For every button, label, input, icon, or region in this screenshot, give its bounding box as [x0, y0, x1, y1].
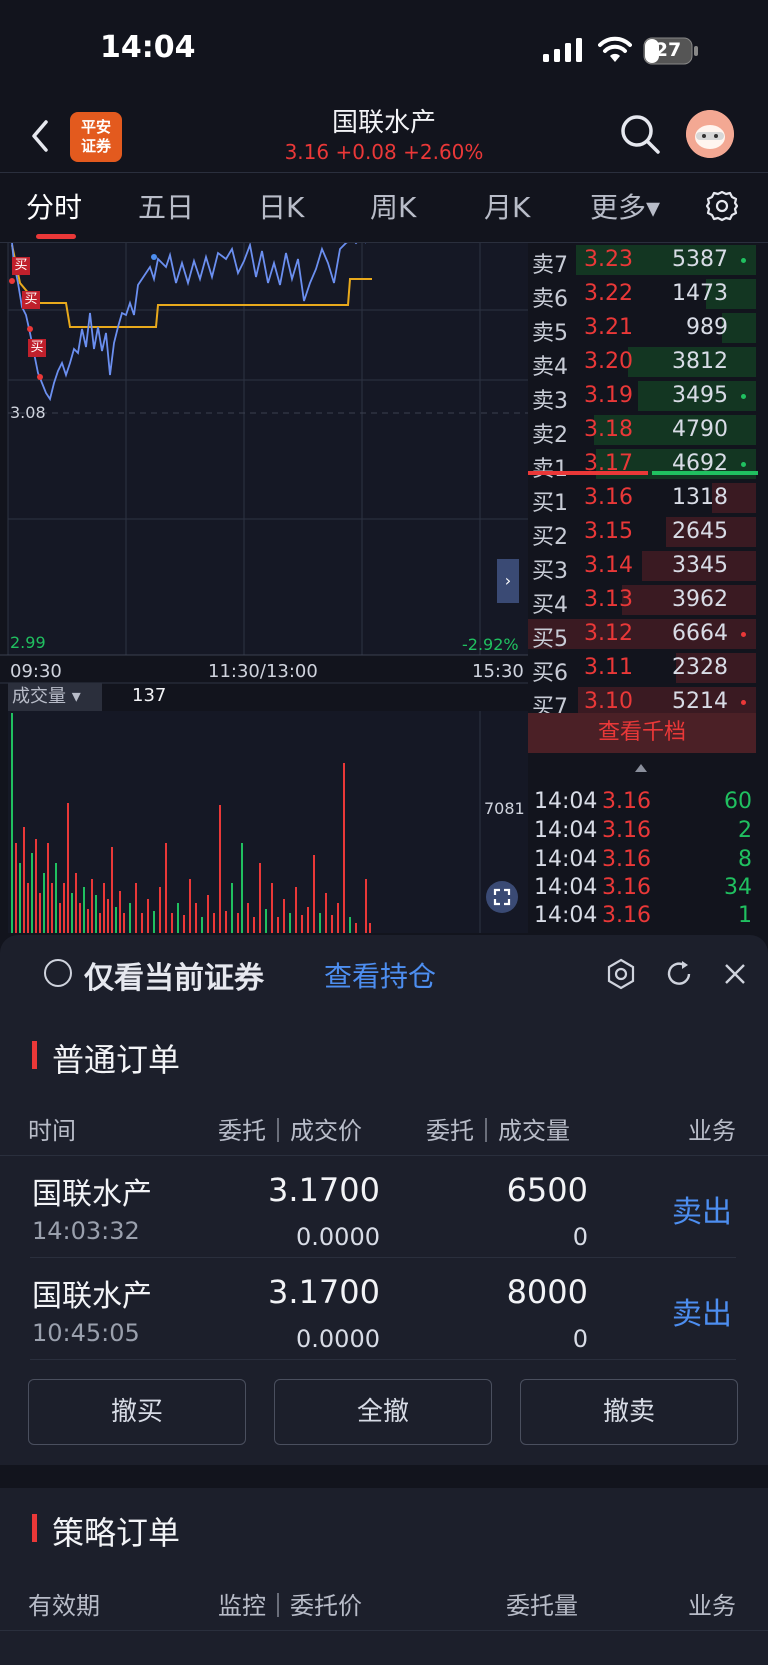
- strategy-orders-title: 策略订单: [52, 1514, 181, 1552]
- fullscreen-icon: [493, 888, 511, 906]
- normal-orders-title: 普通订单: [52, 1041, 181, 1079]
- col-header-price: 委托｜成交价: [218, 1117, 362, 1145]
- orders-panel: 仅看当前证券 查看持仓 普通订单 时间 委托｜成交价 委托｜成交量 业务 国联水…: [0, 935, 768, 1465]
- col-header-action: 业务: [688, 1592, 736, 1620]
- intraday-chart[interactable]: 买 买 买 3.08 2.99 -2.92% 09:30 11:30/13:00…: [0, 243, 528, 933]
- divider: [0, 1155, 768, 1156]
- volume-indicator-select[interactable]: 成交量 ▾: [8, 683, 102, 711]
- tab-daily-k[interactable]: 日K: [258, 186, 304, 226]
- close-icon[interactable]: [718, 957, 752, 991]
- order-row[interactable]: 国联水产 10:45:05 3.1700 0.0000 8000 0 卖出: [0, 1259, 768, 1359]
- ask-row: 卖5 3.21 989: [528, 311, 758, 346]
- only-current-label[interactable]: 仅看当前证券: [84, 953, 264, 997]
- tick-row: 14:04 3.16 60: [534, 789, 752, 814]
- price-label-mid: 3.08: [10, 403, 46, 422]
- volume-max-label: 7081: [484, 799, 525, 818]
- status-bar: 14:04 27: [0, 0, 768, 100]
- volume-value: 137: [132, 685, 167, 706]
- cancel-all-button[interactable]: 全撤: [274, 1379, 492, 1445]
- ask-row: 卖3 3.19 3495: [528, 379, 758, 414]
- tab-weekly-k[interactable]: 周K: [370, 186, 416, 226]
- sell-action[interactable]: 卖出: [672, 1187, 732, 1231]
- col-header-action: 业务: [688, 1117, 736, 1145]
- stock-header: 平安 证券 国联水产 3.16 +0.08 +2.60%: [0, 100, 768, 173]
- bid-row: 买2 3.15 2645: [528, 515, 758, 550]
- tab-five-day[interactable]: 五日: [138, 186, 194, 226]
- tick-row: 14:04 3.16 8: [534, 847, 752, 872]
- tick-row: 14:04 3.16 1: [534, 903, 752, 928]
- ask-row: 卖7 3.23 5387: [528, 243, 758, 278]
- time-close-label: 15:30: [472, 661, 524, 682]
- section-marker: [32, 1041, 37, 1069]
- battery-level: 27: [654, 39, 682, 61]
- hexagon-settings-icon[interactable]: [604, 957, 638, 991]
- col-header-order-qty: 委托量: [506, 1592, 578, 1620]
- ask-row: 卖2 3.18 4790: [528, 413, 758, 448]
- buy-marker: 买: [22, 291, 40, 309]
- search-icon[interactable]: [618, 112, 662, 156]
- pct-low-label: -2.92%: [462, 635, 519, 654]
- order-book: 卖7 3.23 5387 卖6 3.22 1473 卖5 3.21 989 卖4…: [528, 243, 758, 933]
- tab-monthly-k[interactable]: 月K: [484, 186, 530, 226]
- collapse-up-icon[interactable]: [634, 763, 648, 773]
- col-header-time: 时间: [28, 1117, 76, 1145]
- divider: [30, 1257, 736, 1258]
- tab-more[interactable]: 更多▾: [590, 186, 660, 226]
- avatar[interactable]: [686, 110, 734, 158]
- cancel-buy-button[interactable]: 撤买: [28, 1379, 246, 1445]
- only-current-radio[interactable]: [44, 959, 72, 987]
- ask-row: 卖6 3.22 1473: [528, 277, 758, 312]
- cellular-signal-icon: [543, 38, 582, 62]
- wifi-icon: [598, 36, 632, 62]
- time-mid-label: 11:30/13:00: [208, 661, 318, 682]
- price-low-label: 2.99: [10, 633, 46, 652]
- time-open-label: 09:30: [10, 661, 62, 682]
- status-time: 14:04: [100, 30, 196, 65]
- col-header-monitor-price: 监控｜委托价: [218, 1592, 362, 1620]
- ask-row: 卖4 3.20 3812: [528, 345, 758, 380]
- buy-marker: 买: [12, 257, 30, 275]
- strategy-orders-panel: 策略订单 有效期 监控｜委托价 委托量 业务: [0, 1488, 768, 1665]
- battery-icon: 27: [643, 37, 699, 65]
- bid-row: 买4 3.13 3962: [528, 583, 758, 618]
- buy-marker: 买: [28, 339, 46, 357]
- expand-order-book-button[interactable]: ›: [497, 559, 519, 603]
- ask-row: 卖1 3.17 4692: [528, 447, 758, 482]
- col-header-qty: 委托｜成交量: [426, 1117, 570, 1145]
- tick-row: 14:04 3.16 2: [534, 818, 752, 843]
- tab-intraday[interactable]: 分时: [26, 186, 82, 226]
- view-holdings-link[interactable]: 查看持仓: [324, 955, 436, 995]
- fullscreen-button[interactable]: [486, 881, 518, 913]
- sell-action[interactable]: 卖出: [672, 1289, 732, 1333]
- col-header-validity: 有效期: [28, 1592, 100, 1620]
- active-tab-indicator: [36, 234, 76, 239]
- bid-row: 买3 3.14 3345: [528, 549, 758, 584]
- cancel-sell-button[interactable]: 撤卖: [520, 1379, 738, 1445]
- order-actions: 撤买 全撤 撤卖: [0, 1379, 768, 1449]
- bid-row: 买1 3.16 1318: [528, 481, 758, 516]
- ask-strength-bar: [652, 471, 758, 475]
- divider: [30, 1359, 736, 1360]
- refresh-icon[interactable]: [662, 957, 696, 991]
- bid-row: 买6 3.11 2328: [528, 651, 758, 686]
- bid-row: 买5 3.12 6664: [528, 617, 758, 652]
- bid-strength-bar: [528, 471, 648, 475]
- order-row[interactable]: 国联水产 14:03:32 3.1700 0.0000 6500 0 卖出: [0, 1157, 768, 1257]
- view-thousand-levels-button[interactable]: 查看千档: [528, 713, 756, 753]
- gear-icon[interactable]: [706, 190, 738, 222]
- divider: [0, 1630, 768, 1631]
- section-marker: [32, 1514, 37, 1542]
- tick-row: 14:04 3.16 34: [534, 875, 752, 900]
- chart-canvas: [0, 243, 528, 933]
- chart-tabs: 分时 五日 日K 周K 月K 更多▾: [0, 172, 768, 243]
